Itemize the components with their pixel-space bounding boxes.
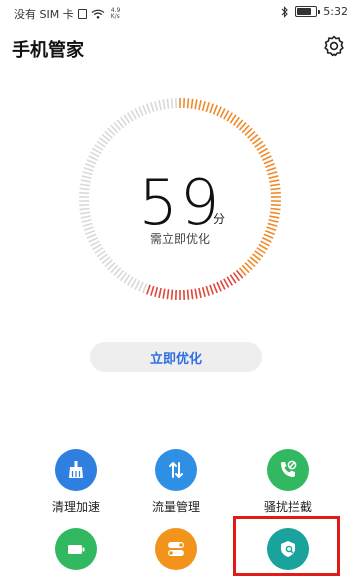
tool-battery[interactable] (36, 528, 116, 577)
network-speed: 4.9 K/s (111, 8, 121, 20)
gauge-tick (128, 277, 133, 286)
gauge-tick (90, 152, 99, 157)
tool-clean-accelerate[interactable]: 清理加速 (36, 449, 116, 515)
gauge-tick (220, 281, 224, 290)
gauge-tick (195, 99, 197, 109)
gauge-tick (191, 99, 192, 109)
gauge-tick (135, 281, 139, 290)
score-unit: 分 (213, 210, 225, 227)
score-status: 需立即优化 (0, 230, 360, 247)
gauge-tick (147, 104, 150, 113)
battery-icon (65, 538, 87, 560)
toggle-icon (165, 538, 187, 560)
gauge-tick (93, 149, 102, 154)
gauge-tick (217, 107, 221, 116)
gauge-tick (163, 289, 165, 299)
gauge-tick (188, 290, 189, 300)
gauge-tick (224, 279, 229, 288)
gauge-tick (203, 287, 205, 297)
gauge-tick (199, 100, 201, 110)
tool-battery-circle[interactable] (55, 528, 97, 570)
gauge-tick (89, 156, 98, 160)
phone-block-icon (277, 459, 299, 481)
gauge-tick (147, 285, 150, 294)
battery-icon (295, 6, 317, 17)
gauge-tick (151, 102, 154, 112)
status-time: 5:32 (323, 5, 348, 18)
carrier-text: 没有 SIM 卡 (14, 6, 74, 22)
gauge-tick (261, 152, 270, 157)
optimize-now-button[interactable]: 立即优化 (90, 342, 262, 372)
gauge-tick (128, 113, 133, 122)
status-left: 没有 SIM 卡 4.9 K/s (14, 6, 120, 22)
gauge-tick (155, 101, 157, 111)
gauge-tick (199, 288, 201, 298)
gauge-tick (159, 288, 161, 298)
gauge-tick (217, 282, 221, 291)
gauge-tick (262, 156, 271, 160)
gauge-tick (206, 102, 209, 112)
score-value: 59 (0, 168, 360, 238)
gauge-tick (167, 99, 168, 109)
battery-level (297, 8, 311, 15)
gauge-tick (259, 149, 268, 154)
tool-toggle-circle[interactable] (155, 528, 197, 570)
gauge-tick (87, 160, 96, 164)
gauge-tick (172, 290, 173, 300)
wifi-icon (91, 9, 105, 19)
highlight-box (233, 516, 340, 576)
gauge-tick (213, 284, 217, 293)
broom-icon (65, 459, 87, 481)
tool-label: 清理加速 (36, 498, 116, 515)
network-speed-unit: K/s (111, 14, 121, 20)
page-title: 手机管家 (12, 36, 84, 62)
gear-icon[interactable] (322, 34, 346, 58)
gauge-tick (210, 104, 213, 113)
tool-harassment-block[interactable]: 骚扰拦截 (248, 449, 328, 515)
gauge-tick (155, 287, 157, 297)
tool-harassment-block-circle[interactable] (267, 449, 309, 491)
gauge-tick (227, 113, 232, 122)
status-right: 5:32 (281, 5, 348, 18)
gauge-tick (220, 109, 224, 118)
bluetooth-icon (281, 6, 289, 18)
gauge-tick (264, 160, 273, 164)
gauge-tick (139, 282, 143, 291)
gauge-tick (85, 164, 94, 167)
gauge-tick (213, 105, 217, 114)
gauge-tick (265, 164, 274, 167)
sim-card-icon (78, 9, 87, 19)
gauge-tick (210, 285, 213, 294)
tool-data-traffic-circle[interactable] (155, 449, 197, 491)
gauge-tick (203, 101, 205, 111)
gauge-tick (143, 105, 147, 114)
tool-label: 流量管理 (136, 498, 216, 515)
gauge-tick (131, 110, 136, 119)
gauge-tick (131, 279, 136, 288)
gauge-tick (159, 100, 161, 110)
gauge-tick (143, 284, 147, 293)
gauge-tick (227, 277, 232, 286)
gauge-tick (163, 99, 165, 109)
gauge-tick (206, 286, 209, 296)
gauge-tick (224, 110, 229, 119)
gauge-tick (135, 109, 139, 118)
gauge-tick (151, 286, 154, 296)
gauge-tick (139, 107, 143, 116)
gauge-tick (188, 98, 189, 108)
gauge-tick (167, 289, 168, 299)
gauge-tick (191, 289, 192, 299)
gauge-tick (195, 289, 197, 299)
gauge-tick (172, 98, 173, 108)
tool-label: 骚扰拦截 (248, 498, 328, 515)
status-bar: 没有 SIM 卡 4.9 K/s 5:32 (0, 0, 360, 26)
tool-toggle[interactable] (136, 528, 216, 577)
tool-data-traffic[interactable]: 流量管理 (136, 449, 216, 515)
tool-clean-accelerate-circle[interactable] (55, 449, 97, 491)
data-traffic-icon (165, 459, 187, 481)
